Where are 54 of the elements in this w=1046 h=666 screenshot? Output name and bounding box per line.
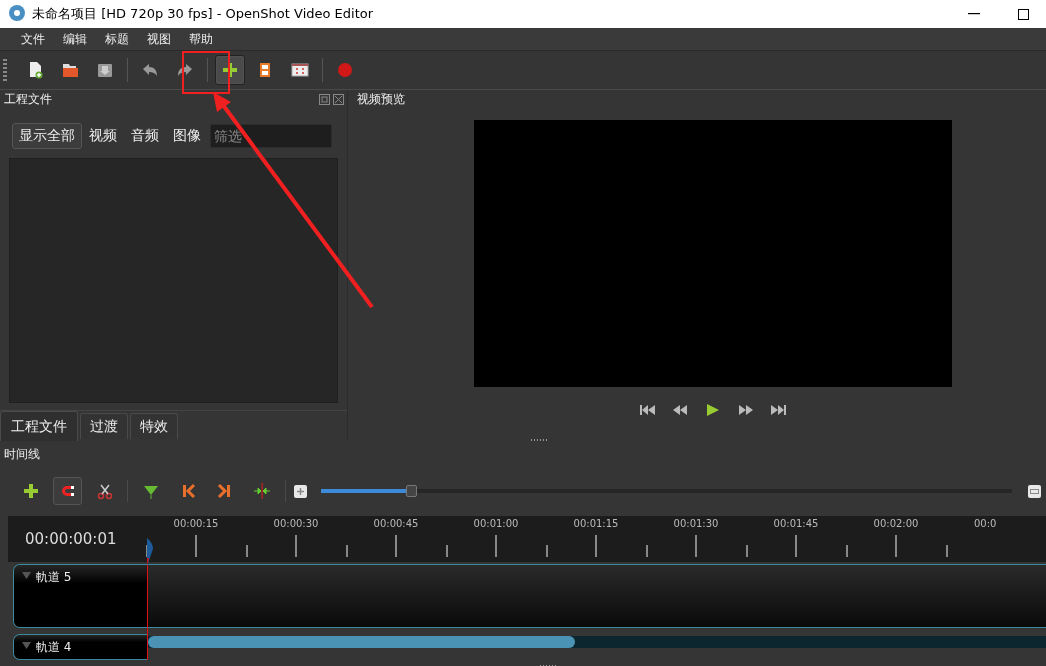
menu-item[interactable]: 帮助 <box>180 30 222 48</box>
rewind-icon[interactable] <box>672 403 689 417</box>
current-time: 00:00:00:01 <box>24 529 117 550</box>
track-name: 軌道 4 <box>36 639 72 656</box>
minimize-icon[interactable] <box>968 13 980 15</box>
collapse-icon[interactable] <box>22 642 31 649</box>
app-icon <box>8 4 26 22</box>
panel-title: 视频预览 <box>357 91 405 109</box>
maximize-icon[interactable] <box>1018 8 1029 20</box>
skip-end-icon[interactable] <box>771 403 788 417</box>
float-icon[interactable] <box>319 94 330 106</box>
frame-icon <box>290 60 310 80</box>
snap-button[interactable] <box>53 477 83 505</box>
ruler-label: 00:01:30 <box>672 518 720 529</box>
menu-item[interactable]: 视图 <box>138 30 180 48</box>
ruler-label: 00:01:00 <box>472 518 520 529</box>
close-icon[interactable] <box>333 94 344 106</box>
window-title: 未命名项目 [HD 720p 30 fps] - OpenShot Video Editor <box>32 5 375 23</box>
ruler-label: 00:0 <box>974 518 998 529</box>
collapse-icon[interactable] <box>22 572 31 579</box>
panel-title: 工程文件 <box>4 91 53 109</box>
plus-icon <box>295 486 305 496</box>
zoom-out-button[interactable] <box>1028 484 1042 498</box>
panel-tab[interactable]: 过渡 <box>80 413 128 439</box>
plus-icon <box>220 60 240 80</box>
ruler-label: 00:00:30 <box>272 518 320 529</box>
menu-item[interactable]: 编辑 <box>54 30 96 48</box>
ruler-label: 00:01:45 <box>772 518 820 529</box>
filter-tab[interactable]: 音频 <box>124 122 166 149</box>
timeline-title: 时间线 <box>3 446 41 463</box>
filter-tab[interactable]: 图像 <box>166 122 208 149</box>
menu-item[interactable]: 文件 <box>12 30 54 48</box>
skip-start-icon[interactable] <box>639 403 656 417</box>
ruler-label: 00:01:15 <box>572 518 620 529</box>
filter-tab[interactable]: 显示全部 <box>12 122 82 149</box>
scissors-icon <box>95 482 114 500</box>
panel-tab[interactable]: 工程文件 <box>0 411 78 441</box>
panel-tab[interactable]: 特效 <box>130 413 178 439</box>
center-icon <box>253 482 272 500</box>
plus-button[interactable] <box>215 55 245 85</box>
fast-forward-icon[interactable] <box>738 403 755 417</box>
highlight-box <box>182 51 230 94</box>
filter-tab[interactable]: 视频 <box>82 122 124 149</box>
zoom-in-button[interactable] <box>293 484 307 498</box>
record-icon <box>335 60 355 80</box>
plus-icon <box>21 482 40 500</box>
ruler-label: 00:00:45 <box>372 518 420 529</box>
ruler-label: 00:00:15 <box>172 518 220 529</box>
minus-icon <box>1030 488 1040 494</box>
menu-item[interactable]: 标题 <box>96 30 138 48</box>
filter-field[interactable]: 筛选 <box>210 123 332 148</box>
ruler-label: 00:02:00 <box>872 518 920 529</box>
horizontal-scrollbar[interactable] <box>148 636 1046 648</box>
track-name: 軌道 5 <box>36 569 72 586</box>
